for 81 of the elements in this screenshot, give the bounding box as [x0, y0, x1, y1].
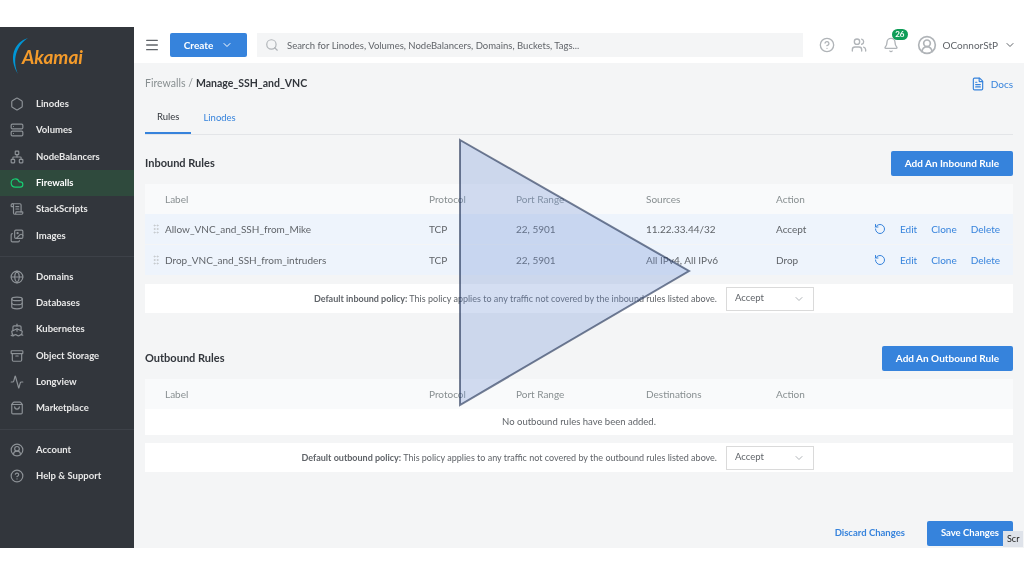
search-icon — [265, 38, 279, 52]
sidebar-item[interactable]: Images — [0, 222, 134, 249]
row-action-link[interactable]: Edit — [900, 252, 918, 268]
column-header: Label — [165, 191, 190, 207]
notification-badge: 26 — [892, 29, 908, 40]
table-cell-text: 22, 5901 — [516, 252, 557, 268]
tab[interactable]: Rules — [145, 102, 192, 134]
add-rule-button[interactable]: Add An Outbound Rule — [881, 345, 1013, 371]
search-field[interactable]: Search for Linodes, Volumes, NodeBalancers, Domains, Buckets, Tags... — [257, 33, 803, 57]
community-icon[interactable] — [850, 37, 867, 53]
column-header: Action — [776, 386, 806, 402]
discard-button[interactable]: Discard Changes — [826, 526, 913, 541]
table-cell-text: 22, 5901 — [516, 221, 557, 237]
tab[interactable]: Linodes — [191, 102, 248, 134]
sidebar-item[interactable]: Longview — [0, 368, 134, 396]
sidebar-item[interactable]: Kubernetes — [0, 316, 134, 343]
user-name[interactable]: OConnorStP — [942, 37, 998, 53]
column-header: Action — [776, 191, 806, 207]
table-cell-text: Allow_VNC_and_SSH_from_Mike — [165, 221, 313, 237]
policy-description: Default outbound policy: This policy applies to any traffic not covered by the outbound rules listed above. — [301, 450, 717, 465]
section-title: Outbound Rules — [145, 349, 225, 366]
database-icon — [10, 296, 24, 311]
globe-icon — [10, 269, 24, 284]
table-cell-text: Drop_VNC_and_SSH_from_intruders — [165, 252, 328, 268]
sidebar-item[interactable]: Firewalls — [0, 169, 134, 197]
add-rule-button[interactable]: Add An Inbound Rule — [890, 150, 1013, 176]
drag-handle-icon[interactable] — [150, 254, 162, 266]
undo-icon[interactable] — [874, 223, 886, 235]
policy-select[interactable]: Accept — [726, 286, 814, 311]
policy-select[interactable]: Accept — [726, 445, 814, 470]
help-icon — [10, 469, 24, 483]
sidebar-item[interactable]: Object Storage — [0, 342, 134, 369]
row-action-link[interactable]: Clone — [931, 252, 957, 268]
row-action-link[interactable]: Edit — [900, 221, 918, 237]
menu-icon[interactable] — [144, 37, 160, 53]
table-cell-text: Drop — [776, 252, 800, 268]
hexagon-icon — [10, 97, 24, 112]
cloud-icon — [10, 176, 24, 191]
logo: Akamai — [22, 44, 83, 71]
pulse-icon — [10, 375, 24, 390]
table-cell-text: TCP — [429, 221, 449, 237]
sidebar-item[interactable]: Help & Support — [0, 462, 134, 490]
bell-icon[interactable] — [882, 37, 899, 53]
helm-icon — [10, 322, 24, 337]
tooltip: Scr — [1003, 531, 1024, 547]
help-icon[interactable] — [818, 37, 835, 53]
scroll-icon — [10, 202, 24, 217]
column-header: Port Range — [516, 386, 566, 402]
sidebar-item[interactable]: Domains — [0, 263, 134, 291]
sidebar-item[interactable]: Linodes — [0, 91, 134, 118]
document-icon — [970, 77, 985, 91]
row-action-link[interactable]: Clone — [931, 221, 957, 237]
archive-icon — [10, 348, 24, 363]
undo-icon[interactable] — [874, 254, 886, 266]
section-title: Inbound Rules — [145, 154, 215, 171]
drag-handle-icon[interactable] — [150, 223, 162, 235]
column-header: Port Range — [516, 191, 566, 207]
network-icon — [10, 149, 24, 164]
table-cell-text: TCP — [429, 252, 449, 268]
user-icon — [10, 442, 24, 457]
docs-link[interactable]: Docs — [970, 76, 1013, 92]
create-button[interactable]: Create — [170, 33, 247, 57]
server-icon — [10, 123, 24, 138]
sidebar-item[interactable]: Marketplace — [0, 395, 134, 422]
sidebar-item[interactable]: StackScripts — [0, 196, 134, 223]
bag-icon — [10, 401, 24, 416]
row-action-link[interactable]: Delete — [970, 221, 1000, 237]
row-action-link[interactable]: Delete — [970, 252, 1000, 268]
images-icon — [10, 228, 24, 243]
sidebar-item[interactable]: Databases — [0, 290, 134, 317]
sidebar-item[interactable]: Account — [0, 436, 134, 463]
avatar-icon[interactable] — [916, 35, 937, 55]
column-header: Destinations — [646, 386, 703, 402]
page-title: Manage_SSH_and_VNC — [195, 76, 308, 92]
column-header: Sources — [646, 191, 682, 207]
empty-message: No outbound rules have been added. — [502, 414, 656, 429]
sidebar-item[interactable]: NodeBalancers — [0, 143, 134, 170]
column-header: Label — [165, 386, 190, 402]
table-cell-text: Accept — [776, 221, 808, 237]
table-cell-text: 11.22.33.44/32 — [646, 221, 717, 237]
sidebar-item[interactable]: Volumes — [0, 117, 134, 144]
